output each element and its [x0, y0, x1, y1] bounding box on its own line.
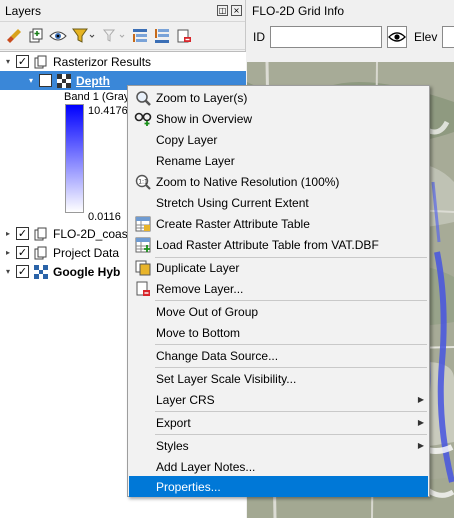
menu-label: Move Out of Group [156, 304, 259, 319]
remove-layer-icon[interactable] [174, 26, 194, 46]
menu-label: Export [156, 415, 191, 430]
expand-arrow-icon[interactable]: ▸ [3, 229, 13, 238]
grid-info-title: FLO-2D Grid Info [252, 4, 345, 18]
menu-label: Styles [156, 438, 189, 453]
filter-legend-icon[interactable] [100, 26, 128, 46]
zoom-native-icon: 1:1 [134, 173, 152, 191]
layers-panel-title: Layers [5, 3, 42, 18]
menu-label: Add Layer Notes... [156, 459, 256, 474]
ramp-max-value: 10.4176 [88, 105, 128, 117]
menu-remove-layer[interactable]: Remove Layer... [129, 278, 428, 299]
menu-change-source[interactable]: Change Data Source... [129, 345, 428, 366]
float-panel-button[interactable]: ◫ [217, 5, 228, 16]
id-label: ID [253, 30, 265, 44]
expand-arrow-icon[interactable]: ▾ [26, 76, 36, 85]
eye-button[interactable] [387, 26, 407, 48]
band-label: Band 1 (Gray) [64, 91, 134, 103]
ramp-min-value: 0.0116 [88, 211, 121, 223]
id-input[interactable] [270, 26, 382, 48]
magnifier-icon [134, 89, 152, 107]
menu-rename-layer[interactable]: Rename Layer [129, 150, 428, 171]
menu-zoom-native[interactable]: 1:1 Zoom to Native Resolution (100%) [129, 171, 428, 192]
expand-arrow-icon[interactable]: ▾ [3, 57, 13, 66]
menu-label: Remove Layer... [156, 281, 244, 296]
elev-label: Elev [414, 30, 438, 44]
menu-duplicate-layer[interactable]: Duplicate Layer [129, 257, 428, 278]
layer-checkbox[interactable]: ✓ [16, 265, 29, 278]
eye-icon [388, 32, 406, 42]
expand-arrow-icon[interactable]: ▸ [3, 248, 13, 257]
close-panel-button[interactable]: × [231, 5, 242, 16]
menu-label: Copy Layer [156, 132, 218, 147]
elev-input[interactable] [442, 26, 454, 48]
menu-show-in-overview[interactable]: Show in Overview [129, 108, 428, 129]
menu-label: Zoom to Layer(s) [156, 90, 248, 105]
menu-label: Load Raster Attribute Table from VAT.DBF [156, 237, 379, 252]
menu-load-rat[interactable]: Load Raster Attribute Table from VAT.DBF [129, 234, 428, 255]
menu-styles[interactable]: Styles ▶ [129, 435, 428, 456]
menu-label: Stretch Using Current Extent [156, 195, 309, 210]
menu-export[interactable]: Export ▶ [129, 412, 428, 433]
menu-label: Zoom to Native Resolution (100%) [156, 174, 340, 189]
tree-item-label: Rasterizor Results [53, 54, 152, 69]
expand-arrow-icon[interactable]: ▾ [3, 267, 13, 276]
eye-icon[interactable] [48, 26, 68, 46]
menu-label: Change Data Source... [156, 348, 279, 363]
tree-item-rasterizor[interactable]: ▾ ✓ Rasterizor Results [0, 52, 246, 71]
menu-label: Set Layer Scale Visibility... [156, 371, 297, 386]
menu-create-rat[interactable]: Create Raster Attribute Table [129, 213, 428, 234]
grid-info-panel: FLO-2D Grid Info ID Elev [247, 0, 454, 62]
menu-label: Show in Overview [156, 111, 253, 126]
menu-add-notes[interactable]: Add Layer Notes... [129, 456, 428, 477]
add-group-icon[interactable] [26, 26, 46, 46]
menu-label: Layer CRS [156, 392, 215, 407]
filter-icon[interactable] [70, 26, 98, 46]
menu-zoom-to-layer[interactable]: Zoom to Layer(s) [129, 87, 428, 108]
menu-stretch-extent[interactable]: Stretch Using Current Extent [129, 192, 428, 213]
layers-toolbar [0, 22, 245, 50]
menu-layer-crs[interactable]: Layer CRS ▶ [129, 389, 428, 410]
layer-checkbox[interactable]: ✓ [16, 227, 29, 240]
menu-properties[interactable]: Properties... [129, 476, 428, 497]
submenu-arrow-icon: ▶ [417, 395, 424, 404]
group-icon [34, 246, 48, 260]
menu-label: Move to Bottom [156, 325, 241, 340]
paintbrush-icon[interactable] [4, 26, 24, 46]
color-ramp [65, 104, 84, 213]
menu-copy-layer[interactable]: Copy Layer [129, 129, 428, 150]
layer-checkbox[interactable]: ✓ [39, 74, 52, 87]
menu-label: Rename Layer [156, 153, 235, 168]
grid-info-row: ID Elev [247, 22, 454, 52]
menu-move-out-group[interactable]: Move Out of Group [129, 301, 428, 322]
overview-icon [134, 110, 152, 128]
tree-item-label: FLO-2D_coas [53, 226, 128, 241]
group-icon [34, 227, 48, 241]
duplicate-icon [134, 259, 152, 277]
menu-label: Properties... [156, 479, 221, 494]
expand-all-icon[interactable] [130, 26, 150, 46]
tree-item-label: Depth [76, 73, 110, 88]
group-icon [34, 55, 48, 69]
layers-panel-titlebar: Layers ◫ × [0, 0, 245, 22]
attribute-table-icon [134, 215, 152, 233]
tree-item-label: Google Hyb [53, 264, 121, 279]
raster-layer-icon [34, 264, 48, 279]
tree-item-label: Project Data [53, 245, 120, 260]
menu-move-to-bottom[interactable]: Move to Bottom [129, 322, 428, 343]
attribute-table-load-icon [134, 236, 152, 254]
raster-layer-icon [57, 73, 71, 88]
layer-checkbox[interactable]: ✓ [16, 246, 29, 259]
layer-context-menu: Zoom to Layer(s) Show in Overview Copy L… [127, 85, 430, 497]
remove-layer-icon [134, 280, 152, 298]
submenu-arrow-icon: ▶ [417, 418, 424, 427]
menu-label: Create Raster Attribute Table [156, 216, 310, 231]
menu-scale-visibility[interactable]: Set Layer Scale Visibility... [129, 368, 428, 389]
menu-label: Duplicate Layer [156, 260, 240, 275]
collapse-all-icon[interactable] [152, 26, 172, 46]
layer-checkbox[interactable]: ✓ [16, 55, 29, 68]
submenu-arrow-icon: ▶ [417, 441, 424, 450]
